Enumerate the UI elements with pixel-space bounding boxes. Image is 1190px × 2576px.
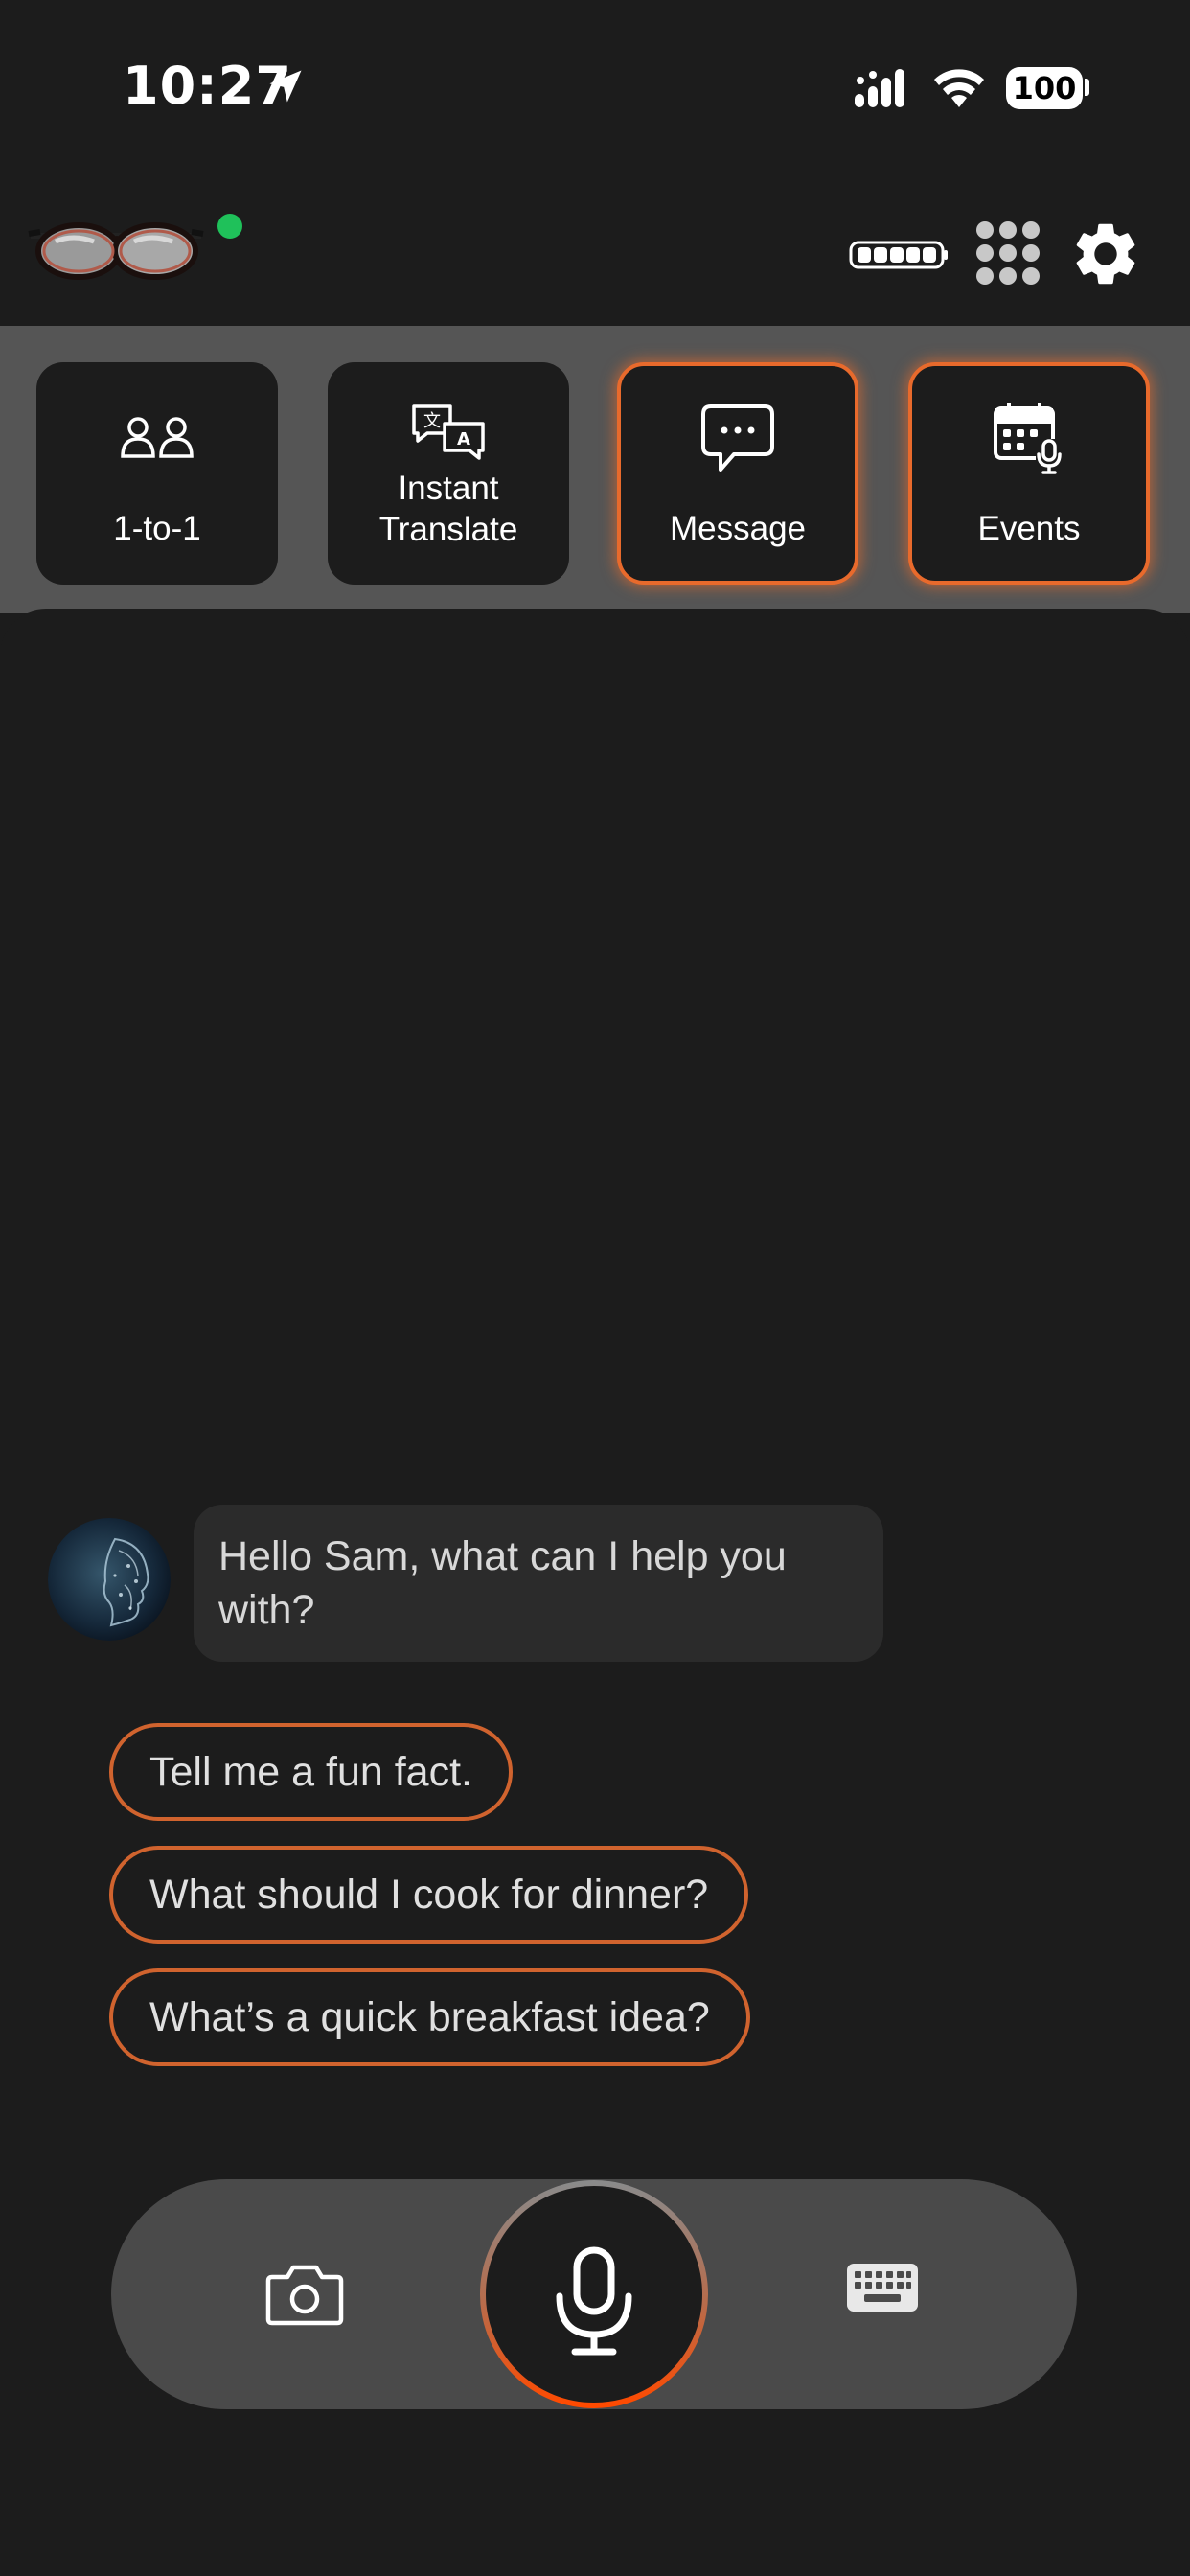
assistant-message-bubble: Hello Sam, what can I help you with? (194, 1505, 883, 1662)
suggestion-chip-3[interactable]: What’s a quick breakfast idea? (109, 1968, 750, 2066)
translate-icon: 文 A (412, 404, 485, 460)
mode-label-events: Events (977, 510, 1081, 547)
mode-label-1-to-1: 1-to-1 (113, 510, 201, 547)
calendar-mic-icon (994, 402, 1063, 475)
smart-glasses-icon[interactable] (27, 213, 205, 282)
cellular-signal-icon (855, 69, 904, 107)
mode-label-message: Message (669, 510, 807, 547)
location-arrow-icon (269, 70, 302, 103)
mode-card-message[interactable]: Message (617, 362, 858, 585)
wifi-icon (934, 69, 984, 107)
mode-label-instant-translate: Instant Translate (378, 470, 518, 548)
battery-nub (1085, 79, 1089, 96)
people-icon (121, 417, 194, 458)
camera-icon[interactable] (264, 2264, 345, 2327)
microphone-button[interactable] (479, 2179, 709, 2409)
keyboard-icon[interactable] (845, 2260, 920, 2315)
mode-card-1-to-1[interactable]: 1-to-1 (36, 362, 278, 585)
mode-card-instant-translate[interactable]: 文 A Instant Translate (328, 362, 569, 585)
apps-grid-icon[interactable] (975, 220, 1041, 286)
status-bar: 10:27 100 (0, 0, 1190, 177)
battery-indicator: 100 (1006, 67, 1083, 109)
svg-text:文: 文 (423, 411, 441, 431)
chat-bubble-icon (701, 404, 774, 472)
settings-gear-icon[interactable] (1068, 217, 1143, 291)
suggestion-chip-2[interactable]: What should I cook for dinner? (109, 1846, 749, 1944)
suggestion-chip-1[interactable]: Tell me a fun fact. (109, 1723, 513, 1821)
device-battery-icon (849, 241, 948, 269)
svg-text:A: A (457, 429, 470, 449)
assistant-avatar (48, 1518, 171, 1641)
connection-status-dot (217, 214, 242, 239)
mode-card-events[interactable]: Events (908, 362, 1150, 585)
